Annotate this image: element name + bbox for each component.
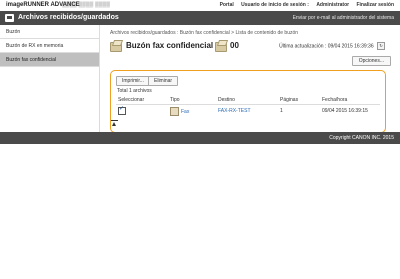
options-button[interactable]: Opciones... xyxy=(351,56,391,66)
main-content: Archivos recibidos/guardados : Buzón fax… xyxy=(100,25,400,133)
col-pages: Páginas xyxy=(278,95,320,105)
fax-type-link[interactable]: Fax xyxy=(181,108,189,114)
pages-cell: 1 xyxy=(280,108,283,114)
sidebar-item-rx-memory[interactable]: Buzón de RX en memoria xyxy=(0,39,99,53)
top-links: Portal Usuario de inicio de sesión : Adm… xyxy=(214,2,394,8)
back-to-top-icon[interactable] xyxy=(111,120,118,126)
login-user-label: Usuario de inicio de sesión : xyxy=(241,2,309,8)
user-name: Administrator xyxy=(316,2,350,8)
table-header-row: Seleccionar Tipo Destino Páginas Fecha/h… xyxy=(116,95,380,105)
page-background xyxy=(0,144,400,279)
breadcrumb: Archivos recibidos/guardados : Buzón fax… xyxy=(110,30,299,36)
col-datetime: Fecha/hora xyxy=(320,95,380,105)
table-row: Fax FAX-RX-TEST 1 09/04 2015 16:39:15 xyxy=(116,105,380,118)
total-files: Total 1 archivos xyxy=(117,88,152,94)
inbox-icon xyxy=(5,14,14,22)
col-select: Seleccionar xyxy=(116,95,168,105)
device-name: ▒▒▒▒ ▒▒▒▒ ▒▒▒▒ xyxy=(62,2,111,8)
title-bar: Archivos recibidos/guardados Enviar por … xyxy=(0,11,400,25)
mailbox-number-icon xyxy=(215,42,227,52)
last-update-text: Última actualización : 09/04 2015 16:39:… xyxy=(279,43,374,50)
box-number: 00 xyxy=(230,41,239,50)
type-cell: Fax xyxy=(168,105,216,118)
delete-button[interactable]: Eliminar xyxy=(148,76,179,86)
page-header-title: Archivos recibidos/guardados xyxy=(18,14,119,21)
page-title: Buzón fax confidencial xyxy=(126,41,214,50)
col-destination: Destino xyxy=(216,95,278,105)
mailbox-icon xyxy=(110,42,122,52)
last-update: Última actualización : 09/04 2015 16:39:… xyxy=(279,42,385,50)
file-list-panel: Imprimir... Eliminar Total 1 archivos Se… xyxy=(110,70,386,133)
fax-document-icon xyxy=(170,106,179,116)
datetime-cell: 09/04 2015 16:39:15 xyxy=(322,108,368,114)
row-select-checkbox[interactable] xyxy=(118,105,126,115)
print-button[interactable]: Imprimir... xyxy=(116,76,150,86)
sidebar: Buzón Buzón de RX en memoria Buzón fax c… xyxy=(0,25,100,132)
col-type: Tipo xyxy=(168,95,216,105)
select-cell xyxy=(116,105,168,118)
destination-cell: FAX-RX-TEST xyxy=(218,108,251,114)
copyright: Copyright CANON INC. 2015 xyxy=(329,135,394,141)
logout-link[interactable]: Finalizar sesión xyxy=(356,2,394,8)
footer: Copyright CANON INC. 2015 xyxy=(0,132,400,144)
portal-link[interactable]: Portal xyxy=(220,2,234,8)
refresh-icon[interactable]: ↻ xyxy=(377,42,385,50)
sidebar-item-confidential-fax[interactable]: Buzón fax confidencial xyxy=(0,53,99,67)
file-table: Seleccionar Tipo Destino Páginas Fecha/h… xyxy=(116,95,380,117)
sidebar-item-buzon[interactable]: Buzón xyxy=(0,25,99,39)
email-admin-link[interactable]: Enviar por e-mail al administrador del s… xyxy=(293,15,394,21)
